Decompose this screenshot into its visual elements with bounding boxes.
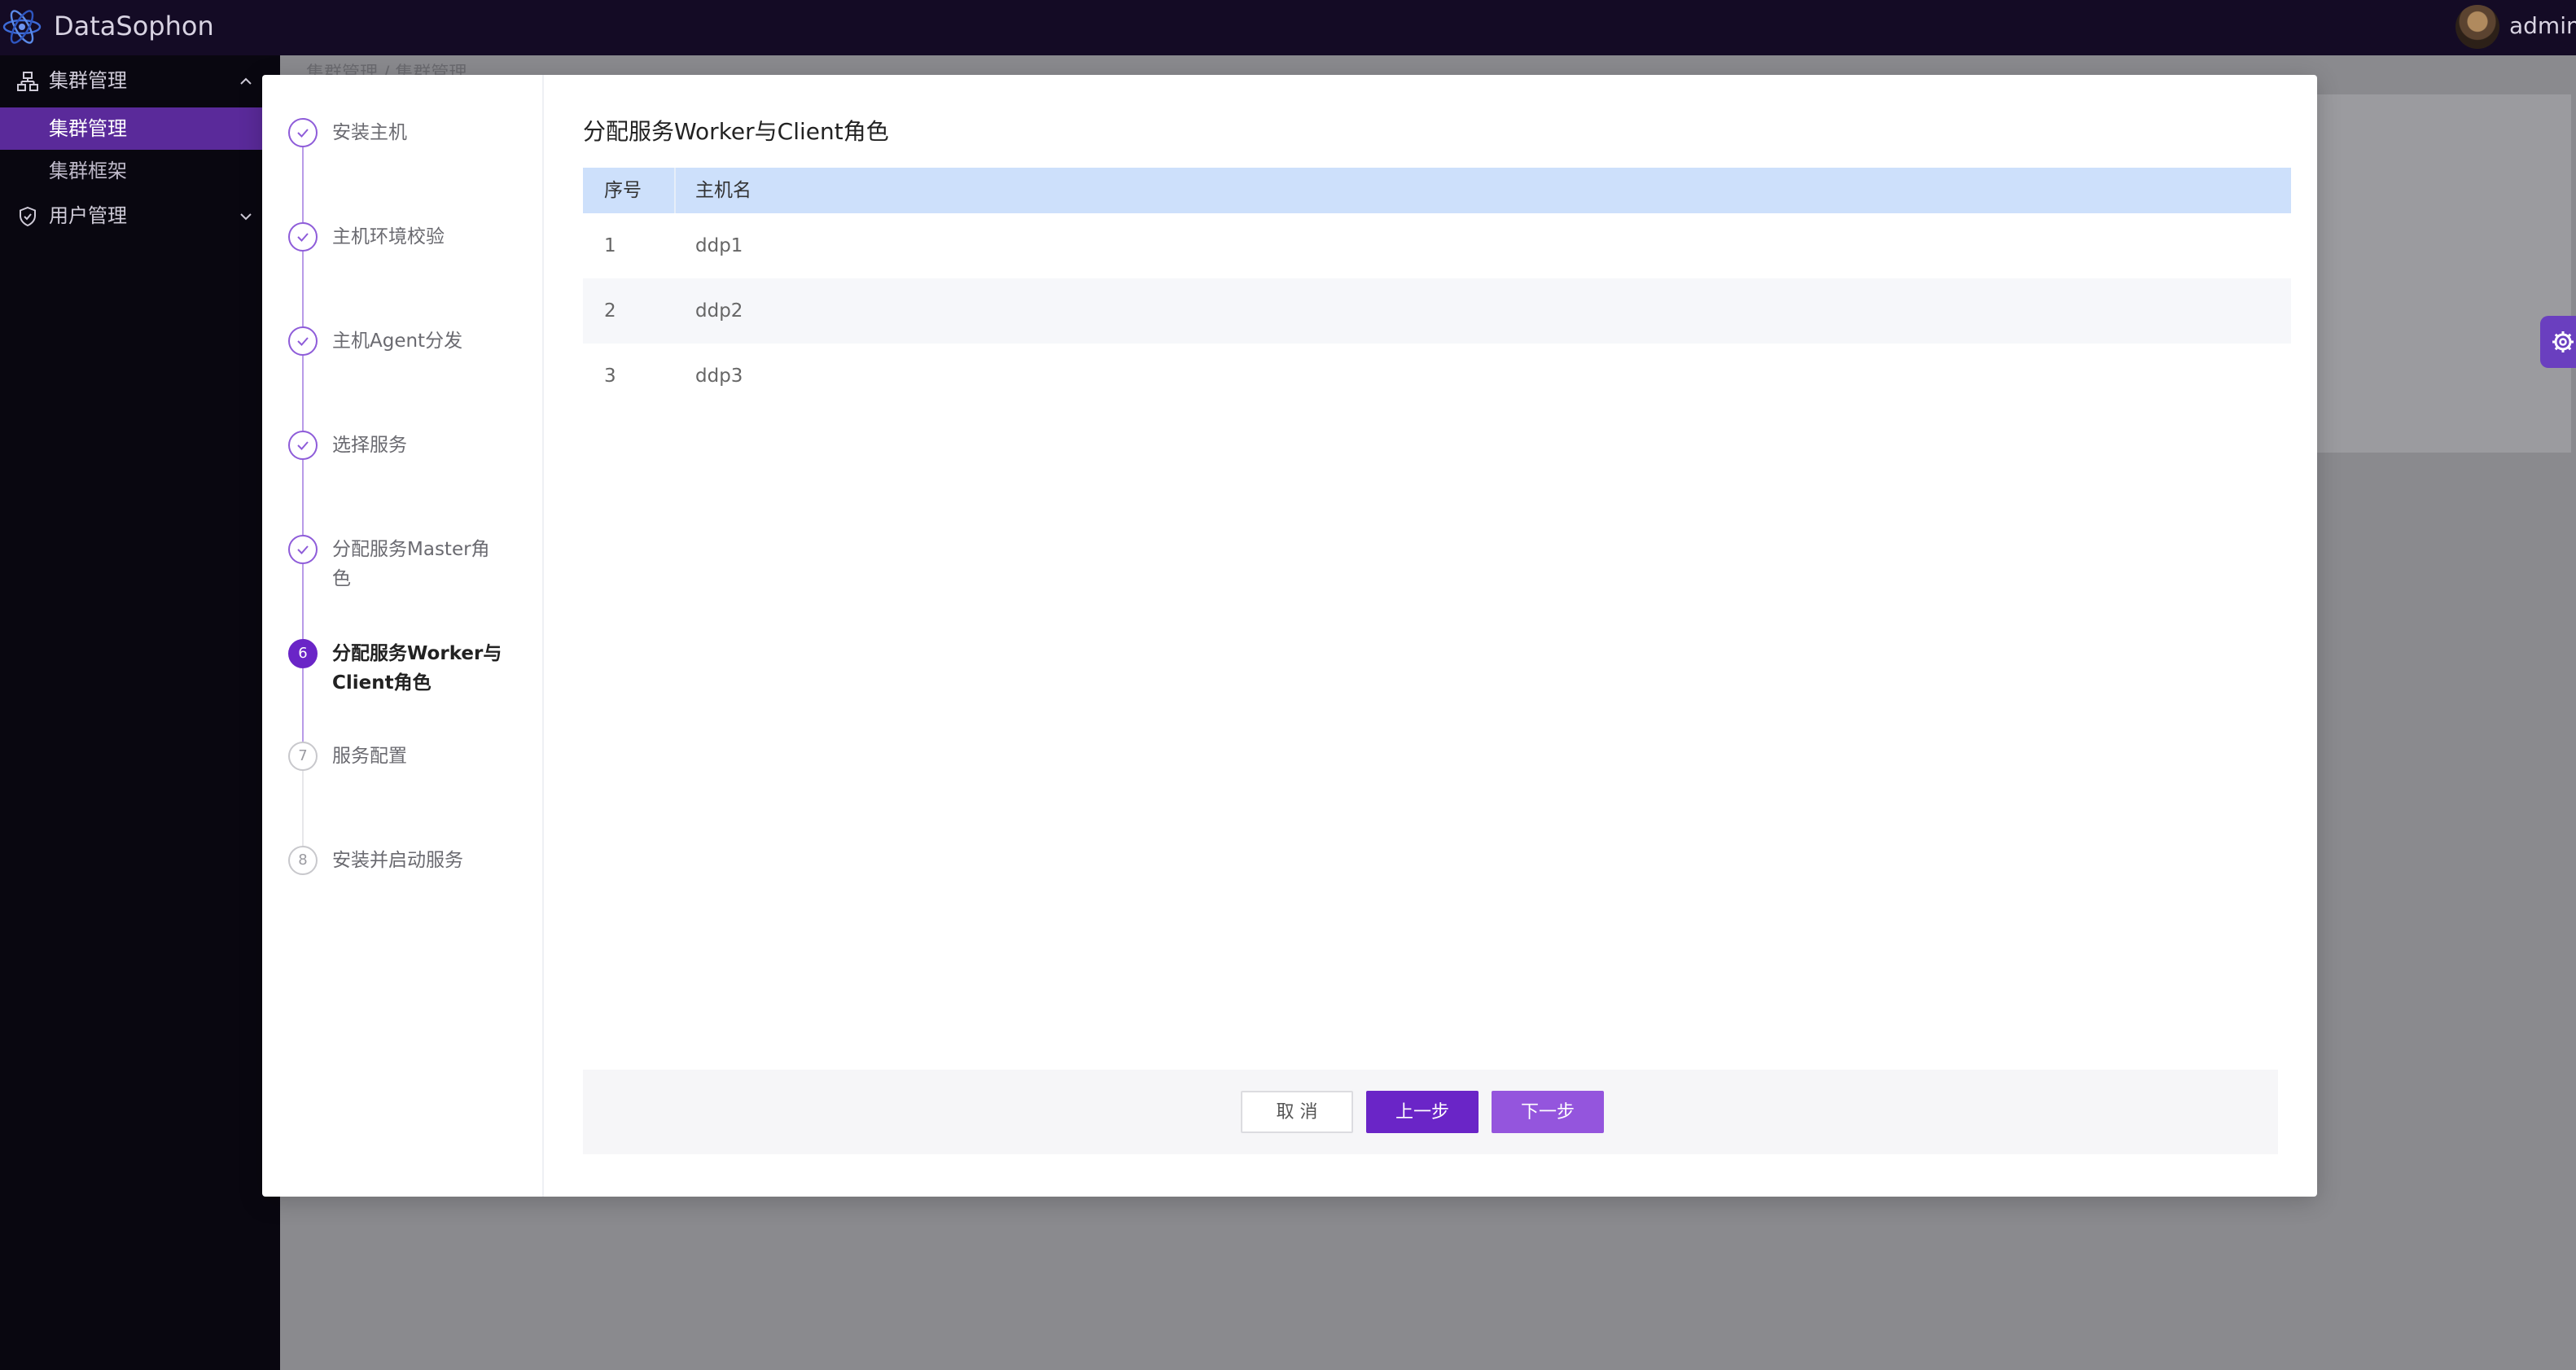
step-check-icon: [288, 118, 318, 147]
host-table: 序号 主机名 1 ddp1 2 ddp2 3 ddp3: [583, 168, 2291, 409]
content-card: [2286, 94, 2571, 453]
sidebar-item-cluster-manage[interactable]: 集群管理: [0, 107, 264, 150]
step-label: 服务配置: [332, 746, 407, 767]
cell-hostname: ddp1: [695, 235, 743, 256]
panel-title: 分配服务Worker与Client角色: [583, 118, 889, 145]
cell-index: 2: [604, 300, 616, 322]
cluster-icon: [17, 72, 38, 91]
sidebar-item-label: 集群管理: [49, 117, 127, 140]
step-label: 分配服务Master角色: [332, 539, 490, 589]
top-header: DataSophon admin: [0, 0, 2576, 55]
step-label: 安装主机: [332, 122, 407, 143]
step-connector: [302, 668, 304, 742]
step-check-icon: [288, 222, 318, 252]
step-number: 7: [288, 742, 318, 771]
cancel-button[interactable]: 取 消: [1241, 1091, 1353, 1133]
step-label: 安装并启动服务: [332, 850, 463, 871]
cell-hostname: ddp3: [695, 365, 743, 387]
install-wizard-modal: 安装主机 主机环境校验 主机Agent分发 选择服务 分配服务Master角色 …: [262, 75, 2317, 1197]
wizard-footer: 取 消 上一步 下一步: [583, 1070, 2278, 1154]
sidebar-group-label: 用户管理: [49, 204, 127, 227]
wizard-steps: 安装主机 主机环境校验 主机Agent分发 选择服务 分配服务Master角色 …: [262, 75, 544, 1197]
step-connector: [302, 460, 304, 535]
brand-name: DataSophon: [54, 11, 214, 42]
step-number: 8: [288, 846, 318, 875]
cell-index: 3: [604, 365, 616, 387]
chevron-down-icon: [240, 213, 252, 221]
table-row[interactable]: 1 ddp1: [583, 213, 2291, 278]
step-label: 分配服务Worker与Client角色: [332, 643, 502, 694]
step-check-icon: [288, 326, 318, 356]
avatar[interactable]: [2456, 5, 2499, 49]
step-check-icon: [288, 431, 318, 460]
wizard-main: 分配服务Worker与Client角色 序号 主机名 1 ddp1 2 ddp2…: [544, 75, 2317, 1197]
step-connector: [302, 564, 304, 639]
sidebar: 集群管理 集群管理 集群框架 用户管理: [0, 55, 280, 1370]
table-header: 序号 主机名: [583, 168, 2291, 213]
sidebar-group-label: 集群管理: [49, 69, 127, 92]
step-connector: [302, 147, 304, 222]
step-check-icon: [288, 535, 318, 564]
cell-index: 1: [604, 235, 616, 256]
column-divider: [674, 168, 676, 213]
previous-step-button[interactable]: 上一步: [1366, 1091, 1479, 1133]
table-row[interactable]: 2 ddp2: [583, 278, 2291, 344]
step-number: 6: [288, 639, 318, 668]
sidebar-item-cluster-framework[interactable]: 集群框架: [0, 150, 264, 192]
settings-tab[interactable]: [2540, 316, 2576, 368]
step-label: 选择服务: [332, 435, 407, 456]
next-step-button[interactable]: 下一步: [1492, 1091, 1604, 1133]
chevron-up-icon: [240, 77, 252, 85]
user-name[interactable]: admin: [2509, 11, 2576, 41]
shield-check-icon: [20, 206, 36, 227]
cell-hostname: ddp2: [695, 300, 743, 322]
step-label: 主机环境校验: [332, 226, 445, 247]
atom-logo-icon: [2, 10, 42, 44]
column-header-hostname: 主机名: [695, 180, 751, 201]
step-label: 主机Agent分发: [332, 330, 463, 352]
step-connector: [302, 252, 304, 326]
column-header-index: 序号: [604, 180, 642, 201]
table-row[interactable]: 3 ddp3: [583, 344, 2291, 409]
sidebar-group-users[interactable]: 用户管理: [0, 190, 264, 243]
sidebar-group-cluster[interactable]: 集群管理: [0, 55, 264, 107]
gear-icon: [2552, 331, 2574, 352]
sidebar-item-label: 集群框架: [49, 160, 127, 182]
step-connector: [302, 356, 304, 431]
